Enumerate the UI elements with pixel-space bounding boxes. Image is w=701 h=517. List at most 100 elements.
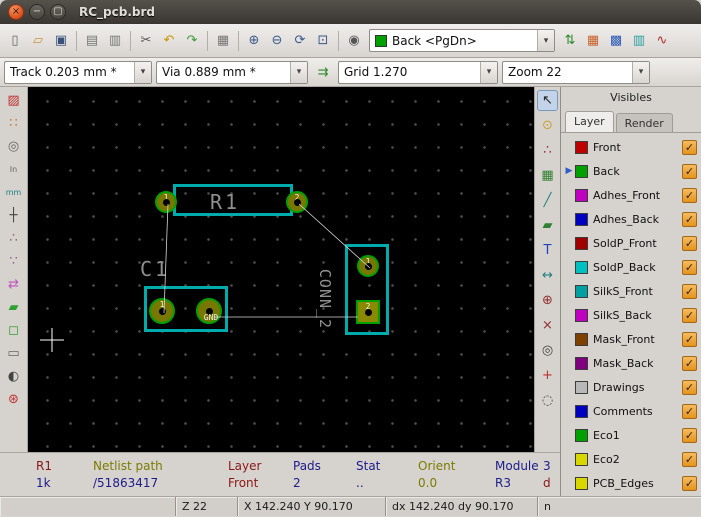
grid-select[interactable]: Grid 1.270 ▾: [338, 61, 498, 84]
layer-row-mask_front[interactable]: Mask_Front✓: [561, 327, 701, 351]
titlebar[interactable]: ×−▢ RC_pcb.brd: [0, 0, 701, 24]
layer-row-eco1[interactable]: Eco1✓: [561, 423, 701, 447]
layer-color-swatch[interactable]: [575, 285, 588, 298]
layer-row-front[interactable]: Front✓: [561, 135, 701, 159]
layer-color-swatch[interactable]: [575, 429, 588, 442]
select-tool-button[interactable]: ↖: [537, 90, 558, 111]
zoom-dropdown-button[interactable]: ▾: [632, 62, 649, 83]
layer-color-swatch[interactable]: [575, 237, 588, 250]
microwave-tools-button[interactable]: ∿: [651, 30, 673, 52]
delete-tool-button[interactable]: ×: [537, 315, 558, 336]
layer-manager-button[interactable]: ▥: [628, 30, 650, 52]
layer-color-swatch[interactable]: [575, 405, 588, 418]
c1-reference-label[interactable]: C1: [140, 259, 170, 279]
layer-visible-checkbox[interactable]: ✓: [682, 380, 697, 395]
layer-row-drawings[interactable]: Drawings✓: [561, 375, 701, 399]
tab-layer[interactable]: Layer: [565, 111, 614, 132]
print-button[interactable]: ▥: [104, 30, 126, 52]
autodel-track-button[interactable]: ⇄: [3, 274, 24, 295]
layer-color-swatch[interactable]: [575, 309, 588, 322]
layer-row-back[interactable]: ▶Back✓: [561, 159, 701, 183]
c1-pad-1[interactable]: 1: [149, 298, 175, 324]
layer-row-silks_back[interactable]: SilkS_Back✓: [561, 303, 701, 327]
high-contrast-button[interactable]: ◐: [3, 366, 24, 387]
conn2-pad-2[interactable]: 2: [356, 300, 380, 324]
polar-coords-button[interactable]: ◎: [3, 136, 24, 157]
layer-select[interactable]: Back <PgDn> ▾: [369, 29, 555, 52]
ratsnest-general-button[interactable]: ∴: [3, 228, 24, 249]
ratsnest-web-button[interactable]: ⊛: [3, 389, 24, 410]
cursor-shape-button[interactable]: ┼: [3, 205, 24, 226]
layer-row-adhes_front[interactable]: Adhes_Front✓: [561, 183, 701, 207]
modules-list-button[interactable]: ▦: [582, 30, 604, 52]
units-mm-button[interactable]: mm: [3, 182, 24, 203]
find-button[interactable]: ◉: [343, 30, 365, 52]
via-size-select[interactable]: Via 0.889 mm * ▾: [156, 61, 308, 84]
via-size-dropdown-button[interactable]: ▾: [290, 62, 307, 83]
conn2-pad-1[interactable]: 1: [357, 255, 379, 277]
minimize-button[interactable]: −: [29, 4, 45, 20]
layer-row-silks_front[interactable]: SilkS_Front✓: [561, 279, 701, 303]
auto-track-width-button[interactable]: ⇉: [312, 61, 334, 83]
page-settings-button[interactable]: ▤: [81, 30, 103, 52]
layer-visible-checkbox[interactable]: ✓: [682, 428, 697, 443]
layer-color-swatch[interactable]: [575, 477, 588, 490]
undo-button[interactable]: ↶: [158, 30, 180, 52]
save-board-button[interactable]: ▣: [50, 30, 72, 52]
add-zone-button[interactable]: ▰: [537, 215, 558, 236]
layer-row-eco2[interactable]: Eco2✓: [561, 447, 701, 471]
layer-color-swatch[interactable]: [575, 189, 588, 202]
maximize-button[interactable]: ▢: [50, 4, 66, 20]
layer-select-dropdown-button[interactable]: ▾: [537, 30, 554, 51]
layer-color-swatch[interactable]: [575, 261, 588, 274]
netlist-button[interactable]: ⇅: [559, 30, 581, 52]
local-ratsnest-button[interactable]: ∴: [537, 140, 558, 161]
layer-row-soldp_back[interactable]: SoldP_Back✓: [561, 255, 701, 279]
layer-row-pcb_edges[interactable]: PCB_Edges✓: [561, 471, 701, 495]
pcb-canvas[interactable]: 1 2 1 1 2 R1 C1 CONN_2 GND: [28, 87, 534, 452]
new-board-button[interactable]: ▯: [4, 30, 26, 52]
zoom-select[interactable]: Zoom 22 ▾: [502, 61, 650, 84]
tracks-sketch-button[interactable]: ▭: [3, 343, 24, 364]
track-width-select[interactable]: Track 0.203 mm * ▾: [4, 61, 152, 84]
add-dimension-button[interactable]: ↔: [537, 265, 558, 286]
layer-color-swatch[interactable]: [575, 453, 588, 466]
grid-dropdown-button[interactable]: ▾: [480, 62, 497, 83]
layer-visible-checkbox[interactable]: ✓: [682, 452, 697, 467]
layer-color-swatch[interactable]: [575, 381, 588, 394]
layer-visible-checkbox[interactable]: ✓: [682, 356, 697, 371]
layer-visible-checkbox[interactable]: ✓: [682, 332, 697, 347]
layer-visible-checkbox[interactable]: ✓: [682, 308, 697, 323]
highlight-net-button[interactable]: ⊙: [537, 115, 558, 136]
layer-color-swatch[interactable]: [575, 357, 588, 370]
layer-row-adhes_back[interactable]: Adhes_Back✓: [561, 207, 701, 231]
cut-button[interactable]: ✂: [135, 30, 157, 52]
layer-visible-checkbox[interactable]: ✓: [682, 140, 697, 155]
conn2-reference-label[interactable]: CONN_2: [312, 264, 332, 334]
layer-visible-checkbox[interactable]: ✓: [682, 188, 697, 203]
tab-render[interactable]: Render: [616, 113, 673, 132]
layer-row-mask_back[interactable]: Mask_Back✓: [561, 351, 701, 375]
layer-row-soldp_front[interactable]: SoldP_Front✓: [561, 231, 701, 255]
drc-check-button[interactable]: ▩: [605, 30, 627, 52]
add-target-button[interactable]: ⊕: [537, 290, 558, 311]
zoom-redraw-button[interactable]: ⟳: [289, 30, 311, 52]
units-inch-button[interactable]: In: [3, 159, 24, 180]
zoom-select-button[interactable]: ◌: [537, 390, 558, 411]
layer-visible-checkbox[interactable]: ✓: [682, 164, 697, 179]
zoom-in-button[interactable]: ⊕: [243, 30, 265, 52]
drill-origin-button[interactable]: ◎: [537, 340, 558, 361]
r1-pad-1[interactable]: 1: [155, 191, 177, 213]
close-button[interactable]: ×: [8, 4, 24, 20]
plot-button[interactable]: ▦: [212, 30, 234, 52]
layer-visible-checkbox[interactable]: ✓: [682, 260, 697, 275]
zoom-out-button[interactable]: ⊖: [266, 30, 288, 52]
r1-pad-2[interactable]: 2: [286, 191, 308, 213]
add-text-button[interactable]: T: [537, 240, 558, 261]
zones-display-button[interactable]: ▰: [3, 297, 24, 318]
layer-color-swatch[interactable]: [575, 141, 588, 154]
open-board-button[interactable]: ▱: [27, 30, 49, 52]
redo-button[interactable]: ↷: [181, 30, 203, 52]
layer-color-swatch[interactable]: [575, 213, 588, 226]
layer-visible-checkbox[interactable]: ✓: [682, 404, 697, 419]
